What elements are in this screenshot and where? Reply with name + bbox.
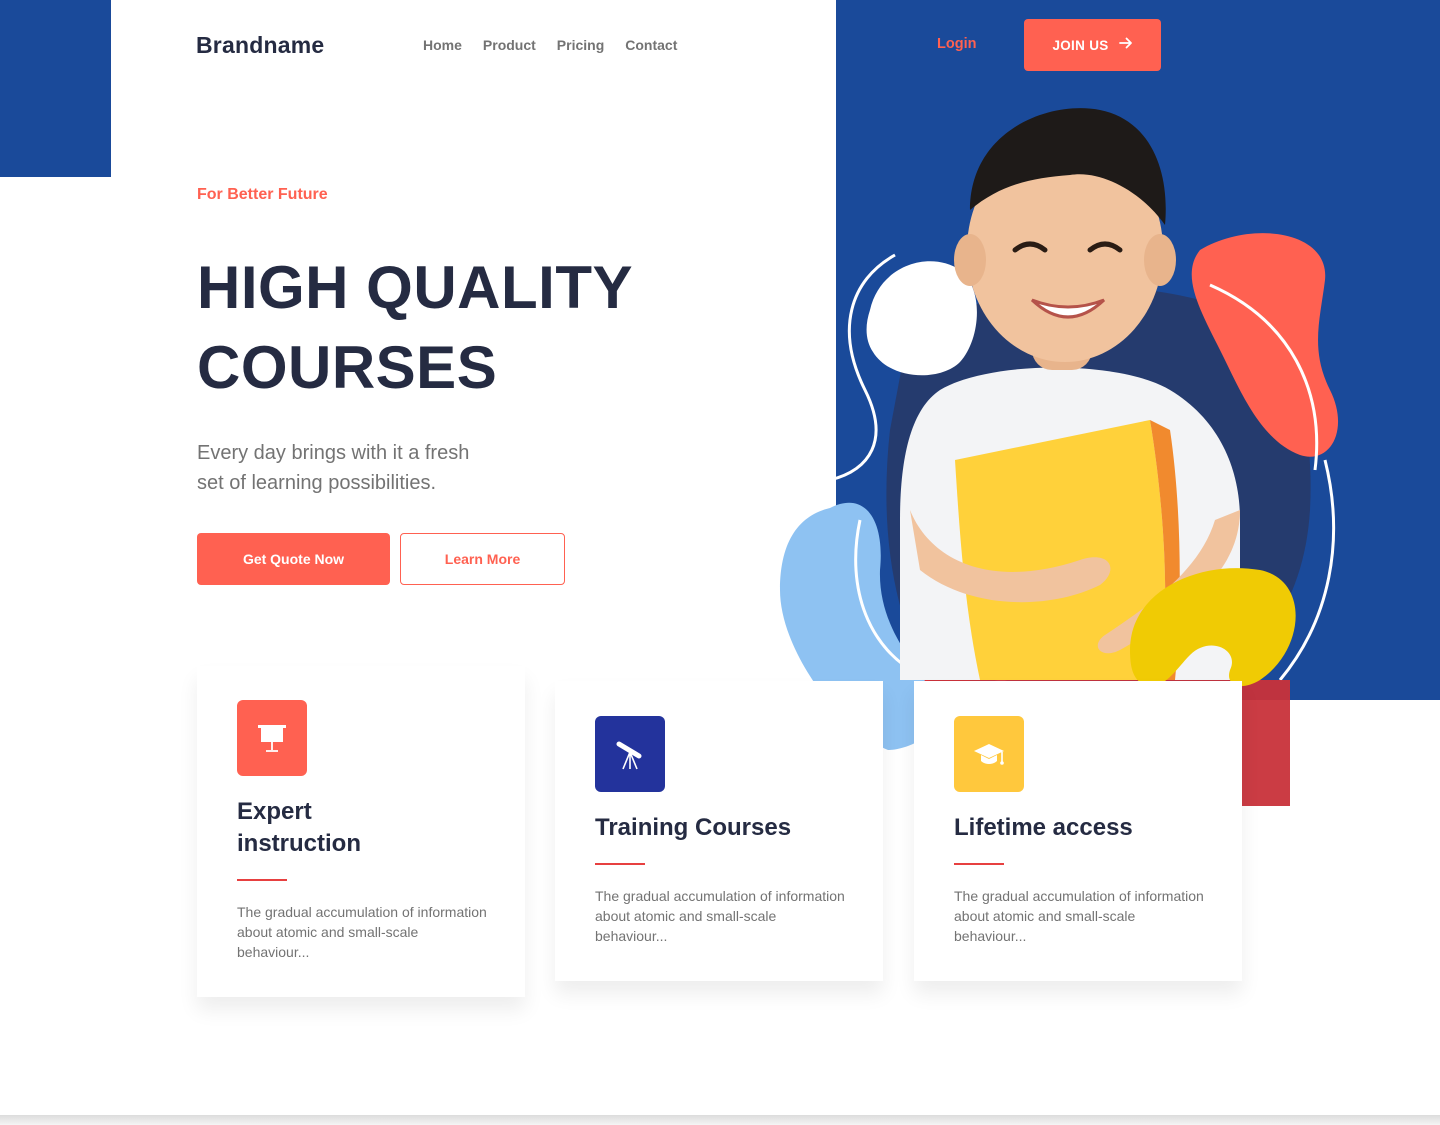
feature-divider [237, 879, 287, 881]
hero-title: HIGH QUALITY COURSES [197, 248, 757, 408]
login-link[interactable]: Login [937, 36, 976, 52]
feature-divider [954, 863, 1004, 865]
nav-contact[interactable]: Contact [625, 37, 677, 53]
feature-title: Expert instruction [237, 798, 361, 857]
feature-title: Training Courses [595, 814, 792, 841]
join-us-button[interactable]: JOIN US [1024, 19, 1161, 71]
hero-title-line-2: COURSES [197, 334, 498, 401]
feature-divider [595, 863, 645, 865]
join-us-label: JOIN US [1052, 37, 1109, 53]
get-quote-button[interactable]: Get Quote Now [197, 533, 390, 585]
presentation-board-icon [237, 700, 307, 776]
hero-subtitle: Every day brings with it a fresh set of … [197, 438, 557, 498]
main-nav: Home Product Pricing Contact [423, 37, 677, 53]
hero-subtitle-line-1: Every day brings with it a fresh [197, 442, 470, 464]
feature-card-lifetime: Lifetime access The gradual accumulation… [914, 681, 1242, 981]
telescope-icon [595, 716, 665, 792]
feature-card-expert: Expert instruction The gradual accumulat… [197, 666, 525, 997]
nav-product[interactable]: Product [483, 37, 536, 53]
hero-subtitle-line-2: set of learning possibilities. [197, 472, 437, 494]
arrow-right-icon [1118, 36, 1133, 54]
feature-description: The gradual accumulation of information … [954, 888, 1204, 944]
nav-home[interactable]: Home [423, 37, 462, 53]
nav-pricing[interactable]: Pricing [557, 37, 604, 53]
learn-more-button[interactable]: Learn More [400, 533, 565, 585]
hero-title-line-1: HIGH QUALITY [197, 254, 633, 321]
page-bottom-edge [0, 1115, 1440, 1125]
feature-description: The gradual accumulation of information … [595, 888, 845, 944]
blue-corner-block [0, 0, 111, 177]
brand-logo[interactable]: Brandname [196, 32, 324, 59]
graduation-cap-icon [954, 716, 1024, 792]
hero-kicker: For Better Future [197, 186, 328, 203]
feature-description: The gradual accumulation of information … [237, 904, 487, 960]
feature-title: Lifetime access [954, 814, 1133, 841]
feature-card-training: Training Courses The gradual accumulatio… [555, 681, 883, 981]
